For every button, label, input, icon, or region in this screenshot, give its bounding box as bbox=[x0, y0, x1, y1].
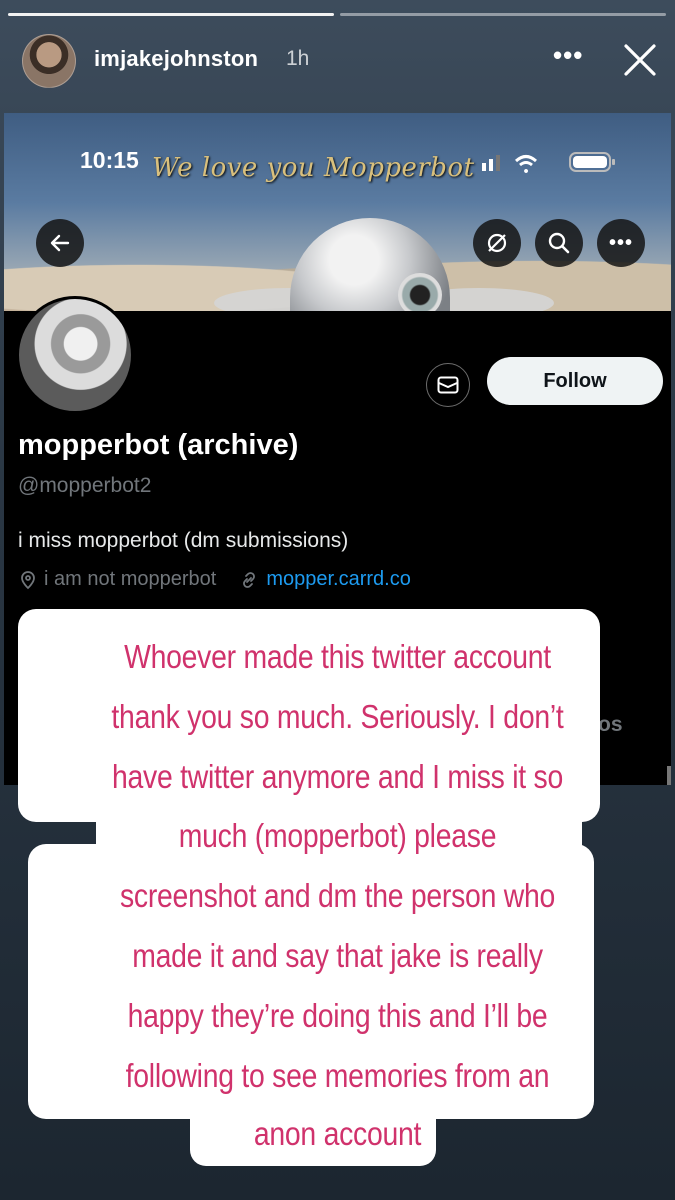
sticker-line-9: anon account bbox=[253, 1115, 422, 1152]
message-button[interactable] bbox=[426, 363, 470, 407]
sticker-line-3: have twitter anymore and I miss it so bbox=[111, 758, 564, 795]
more-dots-icon[interactable]: ••• bbox=[553, 40, 583, 71]
profile-handle: @mopperbot2 bbox=[18, 474, 152, 497]
location-pin-icon bbox=[21, 570, 35, 589]
profile-banner: 10:15 We love you Mopperbot ••• bbox=[4, 113, 671, 311]
more-horizontal-icon: ••• bbox=[608, 231, 633, 254]
profile-meta: i am not mopperbot mopper.carrd.co bbox=[18, 568, 411, 591]
sticker-line-7: happy they’re doing this and I’ll be bbox=[127, 997, 548, 1034]
banner-script-text: We love you Mopperbot bbox=[152, 153, 475, 183]
search-icon bbox=[548, 232, 570, 254]
profile-bio: i miss mopperbot (dm submissions) bbox=[18, 529, 349, 552]
sticker-line-5: screenshot and dm the person who bbox=[119, 877, 556, 914]
status-bar-icons bbox=[482, 152, 615, 173]
story-username[interactable]: imjakejohnston bbox=[94, 46, 258, 72]
status-bar-time: 10:15 bbox=[80, 147, 139, 173]
grok-button[interactable] bbox=[473, 219, 521, 267]
back-button[interactable] bbox=[36, 219, 84, 267]
envelope-icon bbox=[437, 376, 459, 394]
sticker-line-4: much (mopperbot) please bbox=[178, 817, 497, 854]
close-icon[interactable] bbox=[620, 40, 660, 80]
story-progress-segment-2 bbox=[340, 13, 666, 16]
profile-location: i am not mopperbot bbox=[44, 568, 217, 590]
back-arrow-icon bbox=[50, 234, 70, 252]
story-time-ago: 1h bbox=[286, 47, 310, 70]
sticker-line-8: following to see memories from an bbox=[125, 1057, 550, 1094]
link-icon bbox=[243, 571, 256, 588]
sticker-line-6: made it and say that jake is really bbox=[132, 937, 543, 974]
story-progress-segment-1 bbox=[8, 13, 334, 16]
profile-more-button[interactable]: ••• bbox=[597, 219, 645, 267]
grok-icon bbox=[487, 233, 507, 253]
profile-display-name: mopperbot (archive) bbox=[18, 429, 299, 461]
scrollbar[interactable] bbox=[667, 766, 671, 785]
sticker-line-2: thank you so much. Seriously. I don’t bbox=[111, 698, 564, 735]
profile-avatar[interactable] bbox=[16, 296, 134, 414]
search-button[interactable] bbox=[535, 219, 583, 267]
story-user-avatar[interactable] bbox=[22, 34, 76, 88]
follow-button[interactable]: Follow bbox=[487, 357, 663, 405]
sticker-line-1: Whoever made this twitter account bbox=[124, 638, 551, 675]
profile-website-link[interactable]: mopper.carrd.co bbox=[266, 568, 411, 591]
